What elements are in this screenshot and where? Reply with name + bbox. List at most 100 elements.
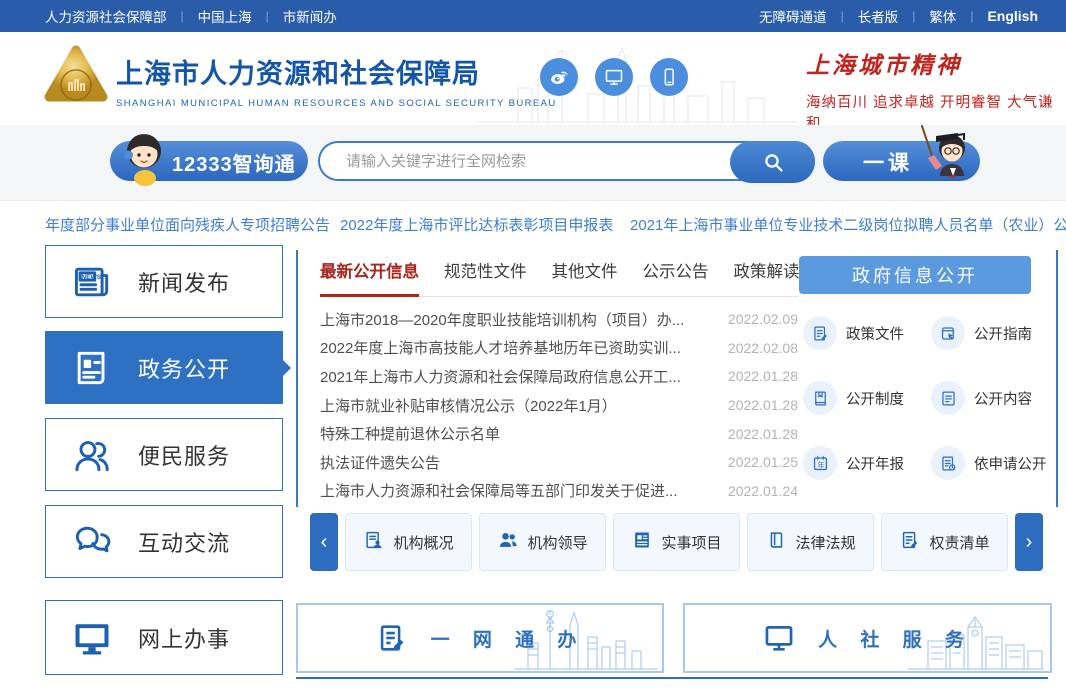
- card-org-leaders[interactable]: 机构领导: [479, 513, 606, 571]
- tab-public-notices[interactable]: 公示公告: [643, 258, 709, 296]
- people-solid-icon: [497, 529, 519, 556]
- lesson-button[interactable]: 一课: [823, 141, 980, 181]
- divider: |: [841, 9, 844, 23]
- news-title: 2022年度上海市高技能人才培养基地历年已资助实训...: [320, 337, 681, 358]
- news-date: 2022.02.09: [728, 311, 798, 327]
- hotline-12333-button[interactable]: 12333智询通: [110, 141, 308, 181]
- card-label: 权责清单: [929, 532, 989, 553]
- card-label: 法律法规: [795, 532, 855, 553]
- book-icon: [803, 381, 837, 415]
- disclosure-block: 最新公开信息 规范性文件 其他文件 公示公告 政策解读 政府信息公开 上海市20…: [296, 250, 1058, 507]
- site-header: 上海市人力资源和社会保障局 SHANGHAI MUNICIPAL HUMAN R…: [0, 32, 1066, 125]
- divider: |: [912, 9, 915, 23]
- carousel-prev-button[interactable]: ‹: [310, 513, 338, 571]
- news-item[interactable]: 特殊工种提前退休公示名单2022.01.28: [320, 419, 798, 448]
- link-english[interactable]: English: [987, 8, 1038, 24]
- news-list: 上海市2018—2020年度职业技能培训机构（项目）办... 2022.02.09…: [320, 305, 798, 505]
- news-item[interactable]: 上海市人力资源和社会保障局等五部门印发关于促进... 2022.01.24: [320, 477, 798, 506]
- sidebar-item-label: 互动交流: [138, 526, 230, 558]
- news-item[interactable]: 上海市就业补贴审核情况公示（2022年1月） 2022.01.28: [320, 391, 798, 420]
- link-disclosure-system[interactable]: 公开制度: [803, 381, 931, 415]
- banner-hr-social-services[interactable]: 人 社 服 务: [683, 603, 1052, 673]
- ticker-link[interactable]: 2022年度上海市评比达标表彰项目申报表: [340, 214, 613, 235]
- tab-policy-interpretation[interactable]: 政策解读: [734, 258, 800, 296]
- ticker-link[interactable]: 年度部分事业单位面向残疾人专项招聘公告: [45, 214, 330, 235]
- svg-text:年: 年: [817, 460, 824, 469]
- card-label: 机构概况: [393, 532, 453, 553]
- link-mohrss[interactable]: 人力资源社会保障部: [45, 6, 167, 26]
- news-date: 2022.01.28: [728, 368, 798, 384]
- doc-apply-icon: [931, 446, 965, 480]
- search-input[interactable]: [346, 146, 706, 176]
- topbar-left-links: 人力资源社会保障部| 中国上海| 市新闻办: [45, 6, 337, 26]
- card-practical-projects[interactable]: 实事项目: [613, 513, 740, 571]
- link-disclosure-on-request[interactable]: 依申请公开: [931, 446, 1053, 480]
- news-title: 上海市2018—2020年度职业技能培训机构（项目）办...: [320, 309, 684, 330]
- link-china-shanghai[interactable]: 中国上海: [198, 6, 252, 26]
- monitor-icon: [762, 621, 796, 655]
- banner-label: 人 社 服 务: [818, 625, 973, 652]
- sidebar-item-label: 网上办事: [138, 622, 230, 654]
- lesson-label: 一课: [863, 147, 913, 177]
- link-disclosure-content[interactable]: 公开内容: [931, 381, 1053, 415]
- search-band: 12333智询通 一课: [0, 125, 1066, 201]
- hotline-mascot-girl: [114, 125, 174, 187]
- info-link-label: 公开制度: [846, 388, 904, 409]
- sidebar-item-interaction[interactable]: 互动交流: [45, 505, 283, 578]
- sidebar-item-online-services[interactable]: 网上办事: [45, 600, 283, 675]
- news-date: 2022.01.28: [728, 397, 798, 413]
- news-item[interactable]: 上海市2018—2020年度职业技能培训机构（项目）办... 2022.02.09: [320, 305, 798, 334]
- doc-lines-icon: [931, 381, 965, 415]
- doc-arrow-icon: [931, 316, 965, 350]
- footer-top-rule: [296, 677, 1048, 679]
- topbar-right-links: 无障碍通道| 长者版| 繁体| English: [759, 6, 1038, 26]
- gov-info-disclosure-button[interactable]: 政府信息公开: [799, 256, 1031, 294]
- sidebar-item-public-services[interactable]: 便民服务: [45, 418, 283, 491]
- lesson-mascot-teacher: [910, 118, 982, 184]
- city-spirit-title: 上海城市精神: [806, 46, 1066, 80]
- tab-other-docs[interactable]: 其他文件: [552, 258, 618, 296]
- newspaper-icon: NEWS: [46, 260, 138, 304]
- card-laws-regulations[interactable]: 法律法规: [747, 513, 874, 571]
- sidebar-item-news[interactable]: NEWS 新闻发布: [45, 245, 283, 318]
- desktop-site-icon[interactable]: [595, 58, 633, 96]
- link-traditional-chinese[interactable]: 繁体: [929, 6, 956, 26]
- news-date: 2022.02.08: [728, 340, 798, 356]
- info-link-label: 政策文件: [846, 323, 904, 344]
- divider: |: [181, 9, 184, 23]
- news-date: 2022.01.24: [728, 483, 798, 499]
- link-senior-version[interactable]: 长者版: [858, 6, 899, 26]
- search-button[interactable]: [730, 141, 815, 183]
- tab-latest-info[interactable]: 最新公开信息: [320, 258, 419, 297]
- hotline-label: 12333智询通: [172, 148, 296, 177]
- link-accessibility[interactable]: 无障碍通道: [759, 6, 827, 26]
- svg-text:NEWS: NEWS: [81, 274, 101, 281]
- link-annual-report[interactable]: 年 公开年报: [803, 446, 931, 480]
- card-org-overview[interactable]: 机构概况: [345, 513, 472, 571]
- card-responsibility-list[interactable]: 权责清单: [881, 513, 1008, 571]
- news-item[interactable]: 执法证件遗失公告2022.01.25: [320, 448, 798, 477]
- link-policy-documents[interactable]: 政策文件: [803, 316, 931, 350]
- news-item[interactable]: 2022年度上海市高技能人才培养基地历年已资助实训... 2022.02.08: [320, 334, 798, 363]
- tab-normative-docs[interactable]: 规范性文件: [444, 258, 527, 296]
- monitor-icon: [46, 616, 138, 660]
- sidebar-item-label: 新闻发布: [138, 266, 230, 298]
- chat-bubbles-icon: [46, 520, 138, 564]
- info-link-label: 公开年报: [846, 453, 904, 474]
- weibo-icon[interactable]: [540, 58, 578, 96]
- doc-grid-icon: [631, 529, 653, 556]
- info-link-label: 公开内容: [974, 388, 1032, 409]
- sidebar-item-gov-disclosure[interactable]: 政务公开: [45, 331, 283, 404]
- ticker-link[interactable]: 2021年上海市事业单位专业技术二级岗位拟聘人员名单（农业）公: [630, 214, 1066, 235]
- news-title: 上海市人力资源和社会保障局等五部门印发关于促进...: [320, 480, 678, 501]
- link-city-news-office[interactable]: 市新闻办: [283, 6, 337, 26]
- news-title: 2021年上海市人力资源和社会保障局政府信息公开工...: [320, 366, 681, 387]
- link-disclosure-guide[interactable]: 公开指南: [931, 316, 1053, 350]
- carousel-next-button[interactable]: ›: [1015, 513, 1043, 571]
- info-link-label: 公开指南: [974, 323, 1032, 344]
- top-utility-bar: 人力资源社会保障部| 中国上海| 市新闻办 无障碍通道| 长者版| 繁体| En…: [0, 0, 1066, 32]
- news-title: 上海市就业补贴审核情况公示（2022年1月）: [320, 395, 617, 416]
- banner-one-stop-service[interactable]: 一 网 通 办: [296, 603, 664, 673]
- mobile-site-icon[interactable]: [650, 58, 688, 96]
- news-item[interactable]: 2021年上海市人力资源和社会保障局政府信息公开工... 2022.01.28: [320, 362, 798, 391]
